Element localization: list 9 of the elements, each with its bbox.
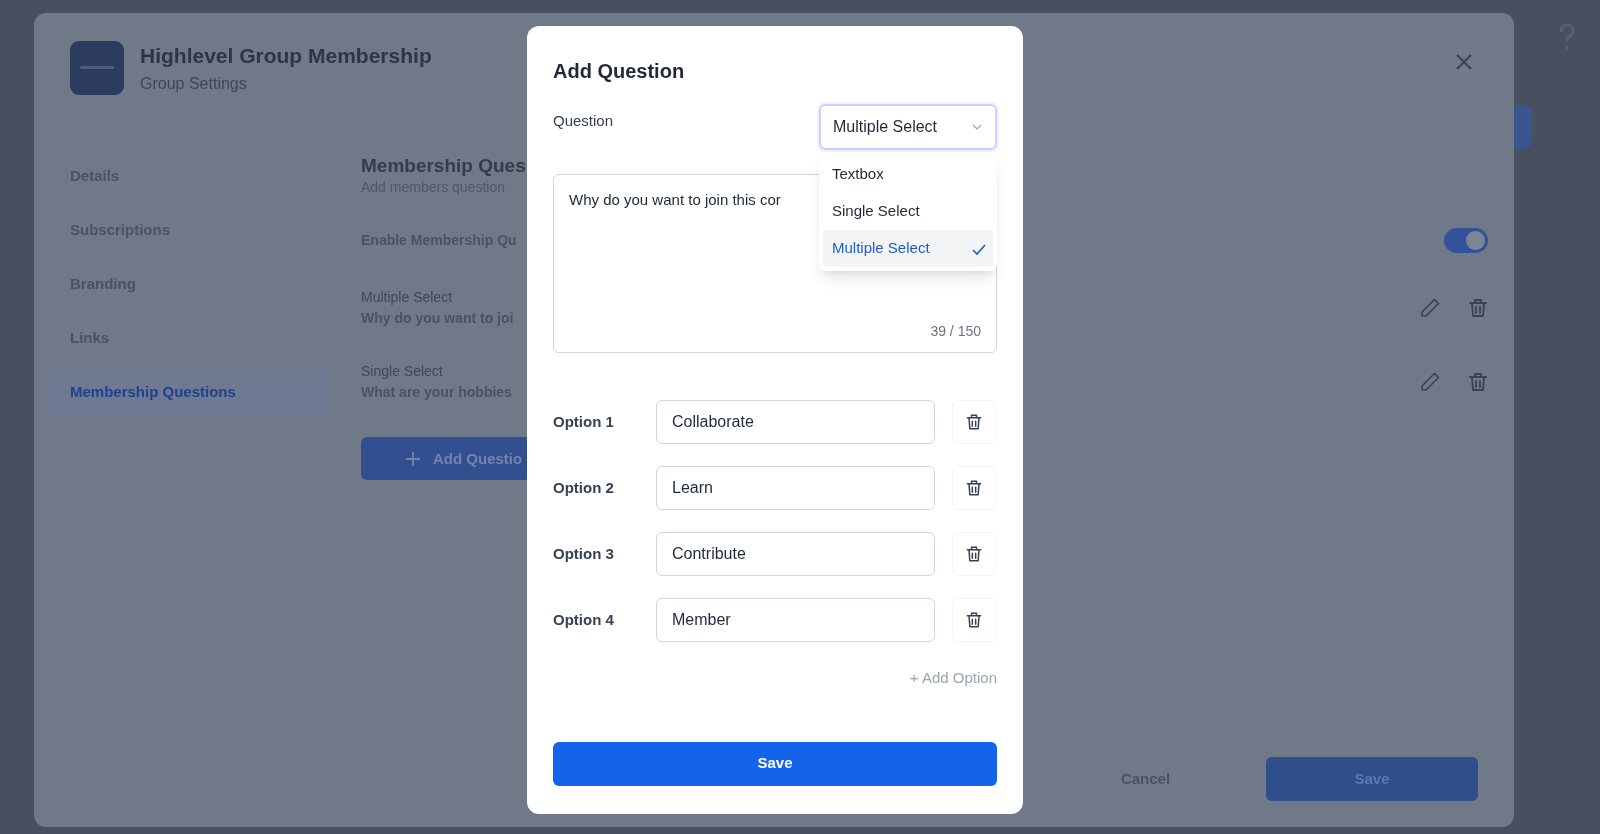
question-label: Question [553, 111, 614, 131]
option-label: Option 1 [553, 411, 615, 432]
section-title: Membership Ques [361, 153, 526, 178]
group-title: Highlevel Group Membership [140, 43, 432, 69]
option-label: Option 3 [553, 543, 615, 564]
option-label: Option 2 [553, 477, 615, 498]
option-label: Option 4 [553, 609, 615, 630]
character-count: 39 / 150 [930, 322, 981, 341]
dialog-title: Add Question [553, 59, 686, 84]
